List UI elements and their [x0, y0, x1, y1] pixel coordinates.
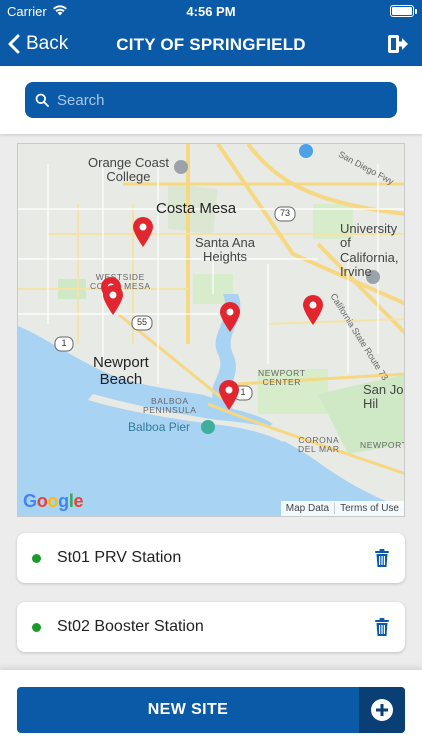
search-icon [35, 93, 49, 107]
new-site-label: NEW SITE [147, 701, 229, 718]
map-pin-icon[interactable] [302, 294, 324, 326]
plus-circle-icon [371, 699, 393, 721]
list-item[interactable]: St01 PRV Station [17, 533, 405, 583]
map-label-newport-beach: Newport Beach [93, 354, 149, 388]
map-label-santa-ana-heights: Santa Ana Heights [195, 235, 255, 265]
map-route-1a: 1 [61, 338, 67, 348]
navigation-bar: Back CITY OF SPRINGFIELD [0, 22, 422, 66]
map-label-costa-mesa: Costa Mesa [156, 200, 237, 217]
map-label-newport-coast: NEWPORT [360, 440, 405, 450]
map-label-balboa-peninsula: BALBOA PENINSULA [143, 396, 197, 416]
map-attribution: Map Data Terms of Use [280, 501, 404, 516]
map-pin-icon[interactable] [218, 379, 240, 411]
battery-icon [390, 5, 417, 17]
terms-of-use-link[interactable]: Terms of Use [334, 503, 404, 514]
map-label-university: University of California, Irvine [340, 221, 399, 279]
site-name: St01 PRV Station [57, 549, 182, 566]
search-input[interactable] [57, 91, 397, 109]
search-bar[interactable] [25, 82, 397, 118]
search-area [0, 66, 422, 134]
trash-icon[interactable] [372, 617, 392, 637]
logout-icon[interactable] [386, 32, 410, 56]
map-label-san-joaquin: San Jo Hil [363, 382, 404, 412]
list-item[interactable]: St02 Booster Station [17, 602, 405, 652]
site-name: St02 Booster Station [57, 618, 204, 635]
map-label-corona-del-mar: CORONA DEL MAR [298, 435, 340, 455]
map-label-balboa-pier: Balboa Pier [128, 420, 191, 434]
map-label-newport-center: NEWPORT CENTER [258, 368, 306, 388]
map-pin-icon[interactable] [132, 216, 154, 248]
map-label-orange-coast: Orange Coast College [88, 155, 169, 185]
bottom-panel: NEW SITE [0, 670, 422, 750]
status-bar: Carrier 4:56 PM [0, 0, 422, 22]
plus-box [359, 687, 405, 733]
map-route-73: 73 [280, 208, 291, 218]
clock: 4:56 PM [186, 4, 236, 19]
map-pin-icon[interactable] [219, 301, 241, 333]
map-pin-icon[interactable] [102, 284, 124, 316]
map-route-55: 55 [137, 317, 148, 327]
page-title: CITY OF SPRINGFIELD [116, 35, 306, 54]
trash-icon[interactable] [372, 548, 392, 568]
new-site-button[interactable]: NEW SITE [17, 687, 405, 733]
status-dot [32, 553, 41, 563]
map-view[interactable]: Orange Coast College Costa Mesa Santa An… [17, 143, 405, 517]
google-logo: Google [23, 491, 84, 511]
map-data-link[interactable]: Map Data [281, 503, 334, 514]
status-dot [32, 622, 41, 632]
